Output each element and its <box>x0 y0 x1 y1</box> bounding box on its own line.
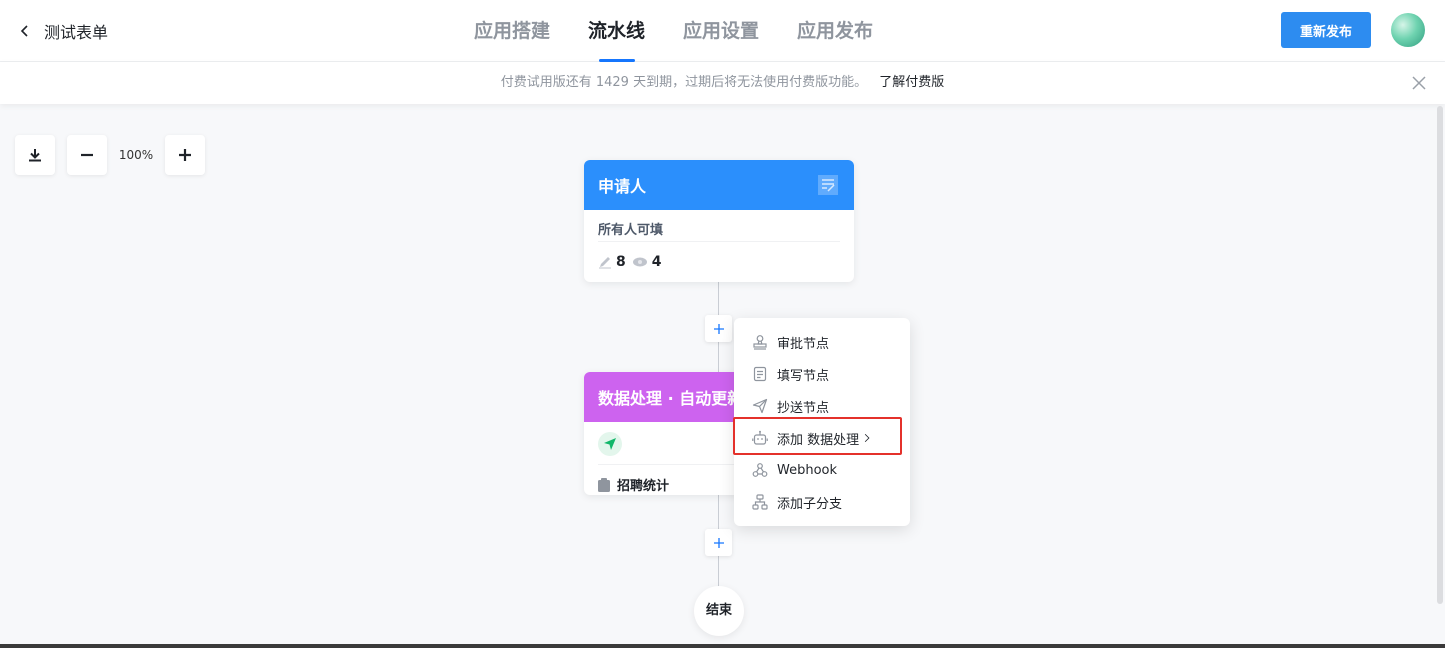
menu-item-fill-node[interactable]: 填写节点 <box>734 358 910 390</box>
learn-paid-version-link[interactable]: 了解付费版 <box>879 75 944 90</box>
tab-app-settings[interactable]: 应用设置 <box>683 0 759 62</box>
applicant-node[interactable]: 申请人 所有人可填 8 4 <box>584 160 854 282</box>
tab-app-build[interactable]: 应用搭建 <box>474 0 550 62</box>
menu-item-label: 添加 数据处理 <box>777 432 860 448</box>
view-count: 4 <box>651 254 662 270</box>
trial-notice-text: 付费试用版还有 1429 天到期，过期后将无法使用付费版功能。 <box>500 75 868 90</box>
send-icon <box>752 398 768 414</box>
paper-plane-icon <box>604 438 616 450</box>
add-node-menu: 审批节点 填写节点 抄送节点 添加 数据处理 Webhook 添加子分支 <box>734 318 910 526</box>
app-header: 测试表单 应用搭建 流水线 应用设置 应用发布 重新发布 <box>0 0 1445 62</box>
form-name: 测试表单 <box>44 23 109 42</box>
menu-item-label: 审批节点 <box>777 336 830 352</box>
data-processing-node-title: 数据处理 · 自动更新 <box>598 389 744 408</box>
menu-item-cc-node[interactable]: 抄送节点 <box>734 390 910 422</box>
menu-item-add-sub-branch[interactable]: 添加子分支 <box>734 486 910 518</box>
applicant-stats: 8 4 <box>598 242 840 282</box>
form-icon <box>753 366 767 382</box>
form-edit-icon <box>818 175 838 195</box>
close-icon[interactable] <box>1411 75 1427 91</box>
zoom-in-icon <box>179 149 191 161</box>
menu-item-approval-node[interactable]: 审批节点 <box>734 326 910 358</box>
trial-notice-bar: 付费试用版还有 1429 天到期，过期后将无法使用付费版功能。 了解付费版 <box>0 62 1445 104</box>
zoom-out-icon <box>81 153 93 157</box>
chevron-left-icon <box>20 25 28 37</box>
eye-icon <box>632 257 647 267</box>
chevron-right-icon <box>864 433 870 443</box>
download-button[interactable] <box>15 135 55 175</box>
canvas-scrollbar[interactable] <box>1437 106 1443 604</box>
end-node: 结束 <box>694 586 744 636</box>
menu-item-label: Webhook <box>777 462 838 478</box>
zoom-in-button[interactable] <box>165 135 205 175</box>
applicant-scope: 所有人可填 <box>598 210 840 242</box>
tab-pipeline[interactable]: 流水线 <box>588 0 645 62</box>
back-button[interactable]: 测试表单 <box>18 18 108 44</box>
edit-count: 8 <box>616 254 626 270</box>
applicant-node-title: 申请人 <box>598 177 647 196</box>
zoom-level: 100% <box>118 148 154 162</box>
target-sheet-name: 招聘统计 <box>617 479 670 494</box>
tab-app-publish[interactable]: 应用发布 <box>797 0 873 62</box>
robot-icon <box>752 430 768 445</box>
webhook-icon <box>752 463 768 477</box>
add-node-button[interactable] <box>705 529 732 556</box>
zoom-out-button[interactable] <box>67 135 107 175</box>
menu-item-webhook[interactable]: Webhook <box>734 454 910 486</box>
branch-icon <box>752 494 768 510</box>
menu-item-label: 抄送节点 <box>777 400 830 416</box>
window-bottom-edge <box>0 644 1445 648</box>
plus-icon <box>713 537 724 548</box>
clipboard-icon <box>598 477 610 492</box>
add-node-button[interactable] <box>705 315 732 342</box>
menu-item-add-data-processing[interactable]: 添加 数据处理 <box>734 422 910 454</box>
menu-item-label: 添加子分支 <box>777 496 843 512</box>
avatar[interactable] <box>1391 13 1425 47</box>
auto-update-badge <box>598 432 622 456</box>
main-tabs: 应用搭建 流水线 应用设置 应用发布 <box>474 0 911 62</box>
republish-button[interactable]: 重新发布 <box>1281 12 1371 48</box>
download-icon <box>29 149 41 162</box>
stamp-icon <box>753 335 767 350</box>
pencil-icon <box>599 257 611 269</box>
menu-item-label: 填写节点 <box>777 368 830 384</box>
applicant-node-header: 申请人 <box>584 160 854 210</box>
plus-icon <box>713 323 724 334</box>
